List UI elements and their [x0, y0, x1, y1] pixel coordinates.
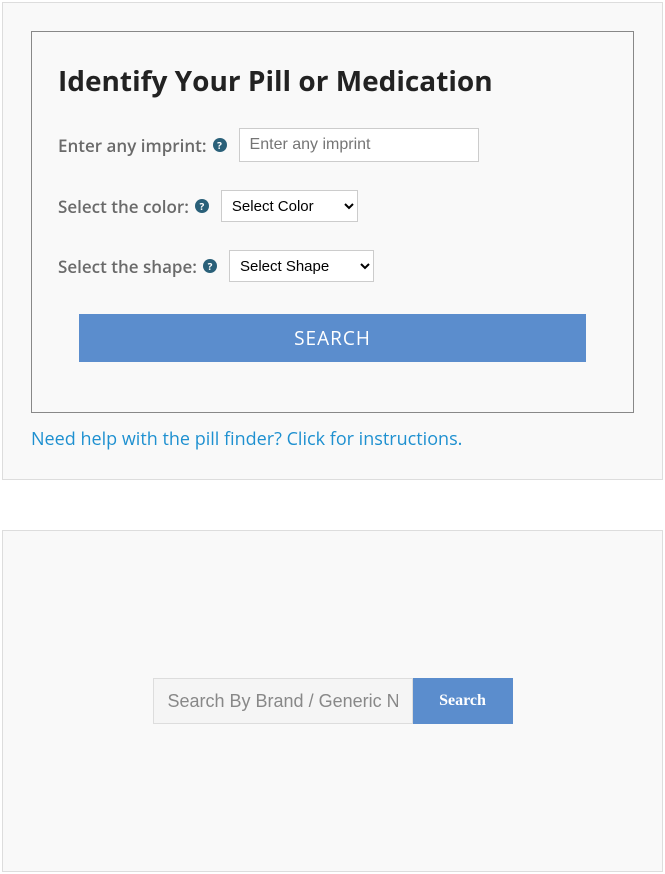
pill-finder-card: Identify Your Pill or Medication Enter a… [31, 31, 634, 413]
brand-search-form: Search [153, 678, 513, 724]
shape-select[interactable]: Select Shape [229, 250, 374, 282]
search-button[interactable]: SEARCH [79, 314, 586, 362]
color-row: Select the color: ? Select Color [58, 190, 607, 222]
pill-finder-title: Identify Your Pill or Medication [58, 62, 607, 100]
brand-search-panel: Search [2, 530, 663, 872]
color-label: Select the color: [58, 195, 189, 218]
help-link[interactable]: Need help with the pill finder? Click fo… [31, 427, 634, 451]
help-icon[interactable]: ? [195, 199, 209, 213]
help-icon[interactable]: ? [203, 259, 217, 273]
color-select[interactable]: Select Color [221, 190, 358, 222]
imprint-row: Enter any imprint: ? [58, 128, 607, 162]
shape-row: Select the shape: ? Select Shape [58, 250, 607, 282]
help-icon[interactable]: ? [213, 138, 227, 152]
brand-search-input[interactable] [153, 678, 413, 724]
imprint-label: Enter any imprint: [58, 134, 207, 157]
brand-search-button[interactable]: Search [413, 678, 513, 724]
imprint-input[interactable] [239, 128, 479, 162]
pill-finder-panel: Identify Your Pill or Medication Enter a… [2, 2, 663, 480]
shape-label: Select the shape: [58, 255, 197, 278]
